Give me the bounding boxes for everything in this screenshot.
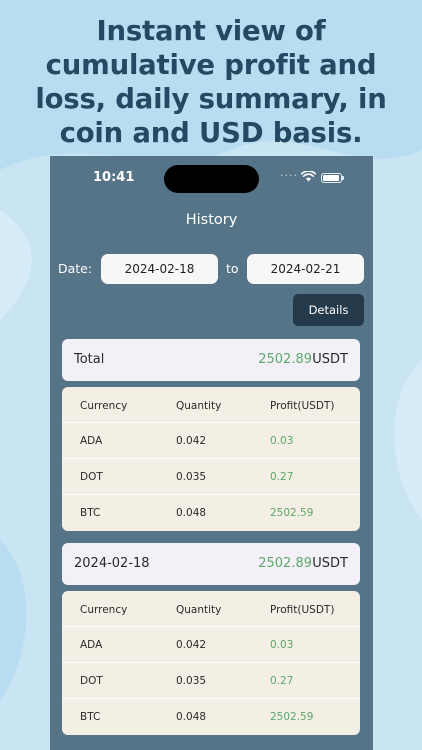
total-summary: Total 2502.89 USDT	[62, 339, 360, 381]
summary-label: Total	[74, 352, 105, 367]
summary-value: 2502.89	[258, 352, 312, 367]
quantity-cell: 0.048	[176, 507, 207, 519]
table-row[interactable]: ADA 0.042 0.03	[62, 627, 360, 663]
details-button[interactable]: Details	[293, 294, 364, 326]
profit-cell: 0.03	[270, 639, 294, 651]
currency-table: Currency Quantity Profit(USDT) ADA 0.042…	[62, 387, 360, 531]
headline: Instant view of cumulative profit and lo…	[0, 14, 422, 150]
table-row[interactable]: BTC 0.048 2502.59	[62, 699, 360, 735]
day-summary[interactable]: 2024-02-18 2502.89 USDT	[62, 543, 360, 585]
table-row[interactable]: ADA 0.042 0.03	[62, 423, 360, 459]
summary-label: 2024-02-18	[74, 556, 150, 571]
profit-cell: 0.03	[270, 435, 294, 447]
currency-cell: DOT	[80, 675, 103, 687]
dynamic-island	[164, 165, 259, 193]
profit-cell: 2502.59	[270, 711, 314, 723]
battery-icon	[321, 173, 344, 183]
column-header-currency: Currency	[80, 604, 128, 616]
column-header-profit: Profit(USDT)	[270, 604, 335, 616]
headline-line: loss, daily summary, in	[35, 83, 387, 115]
to-label: to	[226, 261, 239, 276]
table-row[interactable]: DOT 0.035 0.27	[62, 459, 360, 495]
currency-cell: BTC	[80, 711, 101, 723]
quantity-cell: 0.042	[176, 435, 207, 447]
quantity-cell: 0.042	[176, 639, 207, 651]
profit-cell: 2502.59	[270, 507, 314, 519]
wifi-icon	[301, 171, 316, 182]
summary-unit: USDT	[312, 556, 348, 571]
column-header-quantity: Quantity	[176, 604, 222, 616]
currency-cell: DOT	[80, 471, 103, 483]
date-label: Date:	[58, 261, 93, 276]
summary-unit: USDT	[312, 352, 348, 367]
profit-cell: 0.27	[270, 471, 294, 483]
table-header-row: Currency Quantity Profit(USDT)	[62, 387, 360, 423]
table-row[interactable]: BTC 0.048 2502.59	[62, 495, 360, 531]
currency-cell: ADA	[80, 639, 103, 651]
headline-line: Instant view of	[96, 15, 326, 47]
end-date-picker[interactable]: 2024-02-21	[247, 254, 364, 284]
status-time: 10:41	[93, 170, 135, 185]
quantity-cell: 0.035	[176, 675, 207, 687]
column-header-profit: Profit(USDT)	[270, 400, 335, 412]
table-header-row: Currency Quantity Profit(USDT)	[62, 591, 360, 627]
table-row[interactable]: DOT 0.035 0.27	[62, 663, 360, 699]
profit-cell: 0.27	[270, 675, 294, 687]
signal-icon: ....	[280, 166, 298, 179]
column-header-currency: Currency	[80, 400, 128, 412]
summary-value: 2502.89	[258, 556, 312, 571]
page-title: History	[185, 212, 238, 228]
quantity-cell: 0.048	[176, 711, 207, 723]
currency-table: Currency Quantity Profit(USDT) ADA 0.042…	[62, 591, 360, 735]
column-header-quantity: Quantity	[176, 400, 222, 412]
quantity-cell: 0.035	[176, 471, 207, 483]
headline-line: coin and USD basis.	[59, 117, 363, 149]
headline-line: cumulative profit and	[45, 49, 377, 81]
currency-cell: BTC	[80, 507, 101, 519]
currency-cell: ADA	[80, 435, 103, 447]
phone-screen: 10:41 .... History Date: 2024-02-18 to 2…	[50, 156, 373, 750]
status-bar: 10:41 ....	[50, 156, 373, 202]
start-date-picker[interactable]: 2024-02-18	[101, 254, 218, 284]
